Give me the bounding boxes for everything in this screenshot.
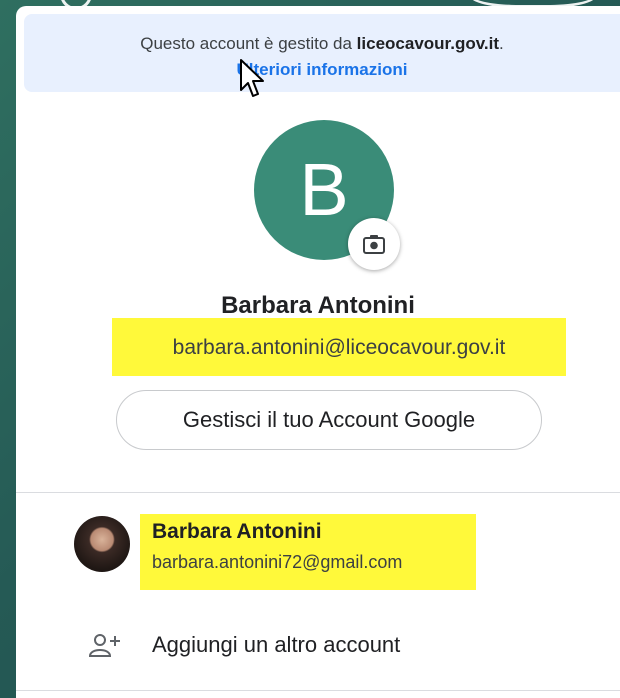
account-email: barbara.antonini@liceocavour.gov.it	[172, 336, 506, 359]
add-account-label: Aggiungi un altro account	[152, 632, 401, 657]
managed-account-text: Questo account è gestito da liceocavour.…	[140, 34, 504, 53]
learn-more-link[interactable]: Ulteriori informazioni	[24, 60, 620, 80]
divider-bottom	[16, 690, 620, 691]
account-menu-panel: Questo account è gestito da liceocavour.…	[16, 6, 620, 698]
managed-domain: liceocavour.gov.it	[356, 34, 500, 53]
other-account-name[interactable]: Barbara Antonini	[152, 520, 322, 544]
change-photo-button[interactable]	[348, 218, 400, 270]
add-account-button[interactable]: Aggiungi un altro account	[16, 612, 620, 676]
other-account-avatar[interactable]	[74, 516, 130, 572]
manage-google-account-button[interactable]: Gestisci il tuo Account Google	[116, 390, 542, 450]
mouse-cursor-icon	[239, 58, 267, 100]
divider	[16, 492, 620, 493]
account-name: Barbara Antonini	[221, 292, 415, 319]
managed-account-banner: Questo account è gestito da liceocavour.…	[24, 14, 620, 92]
add-person-icon	[88, 632, 122, 663]
other-account-email[interactable]: barbara.antonini72@gmail.com	[152, 552, 402, 573]
